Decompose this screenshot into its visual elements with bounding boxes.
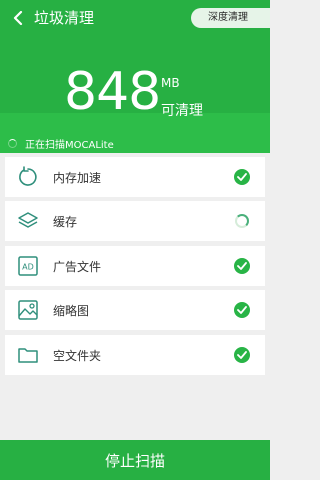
refresh-icon xyxy=(19,166,37,186)
list-item-cache[interactable]: 缓存 xyxy=(5,201,265,241)
cleanable-size-value: 848 xyxy=(64,62,161,122)
status-scanning xyxy=(234,213,250,229)
status-done xyxy=(234,347,250,363)
check-icon xyxy=(234,169,250,185)
back-button[interactable] xyxy=(8,8,28,28)
back-arrow-icon xyxy=(13,11,23,25)
page-title: 垃圾清理 xyxy=(34,9,95,27)
list-item-empty-folders[interactable]: 空文件夹 xyxy=(5,335,265,375)
list-item-memory-boost[interactable]: 内存加速 xyxy=(5,157,265,197)
list-item-label: 广告文件 xyxy=(53,260,102,274)
cleanable-size-unit: MB xyxy=(161,76,180,90)
ad-icon: AD xyxy=(18,256,38,276)
folder-icon xyxy=(18,348,38,363)
scan-status: 正在扫描MOCALite xyxy=(8,136,114,151)
status-done xyxy=(234,169,250,185)
stop-scan-button[interactable]: 停止扫描 xyxy=(0,440,270,480)
loading-spinner-icon xyxy=(235,214,249,228)
scan-status-text: 正在扫描MOCALite xyxy=(25,139,114,151)
check-icon xyxy=(234,258,250,274)
deep-clean-button[interactable]: 深度清理 xyxy=(191,8,270,28)
top-bar: 垃圾清理 深度清理 xyxy=(0,0,270,36)
status-done xyxy=(234,258,250,274)
check-icon xyxy=(234,347,250,363)
list-item-label: 空文件夹 xyxy=(53,349,102,363)
scanning-spinner-icon xyxy=(8,138,17,148)
image-icon xyxy=(18,300,38,320)
cleanable-caption: 可清理 xyxy=(161,103,203,119)
list-item-ad-files[interactable]: AD 广告文件 xyxy=(5,246,265,286)
status-done xyxy=(234,302,250,318)
layers-icon xyxy=(18,212,38,228)
check-icon xyxy=(234,302,250,318)
list-item-label: 内存加速 xyxy=(53,171,102,185)
list-item-label: 缓存 xyxy=(53,215,78,229)
list-item-thumbnails[interactable]: 缩略图 xyxy=(5,290,265,330)
svg-text:AD: AD xyxy=(22,263,34,272)
list-item-label: 缩略图 xyxy=(53,304,90,318)
